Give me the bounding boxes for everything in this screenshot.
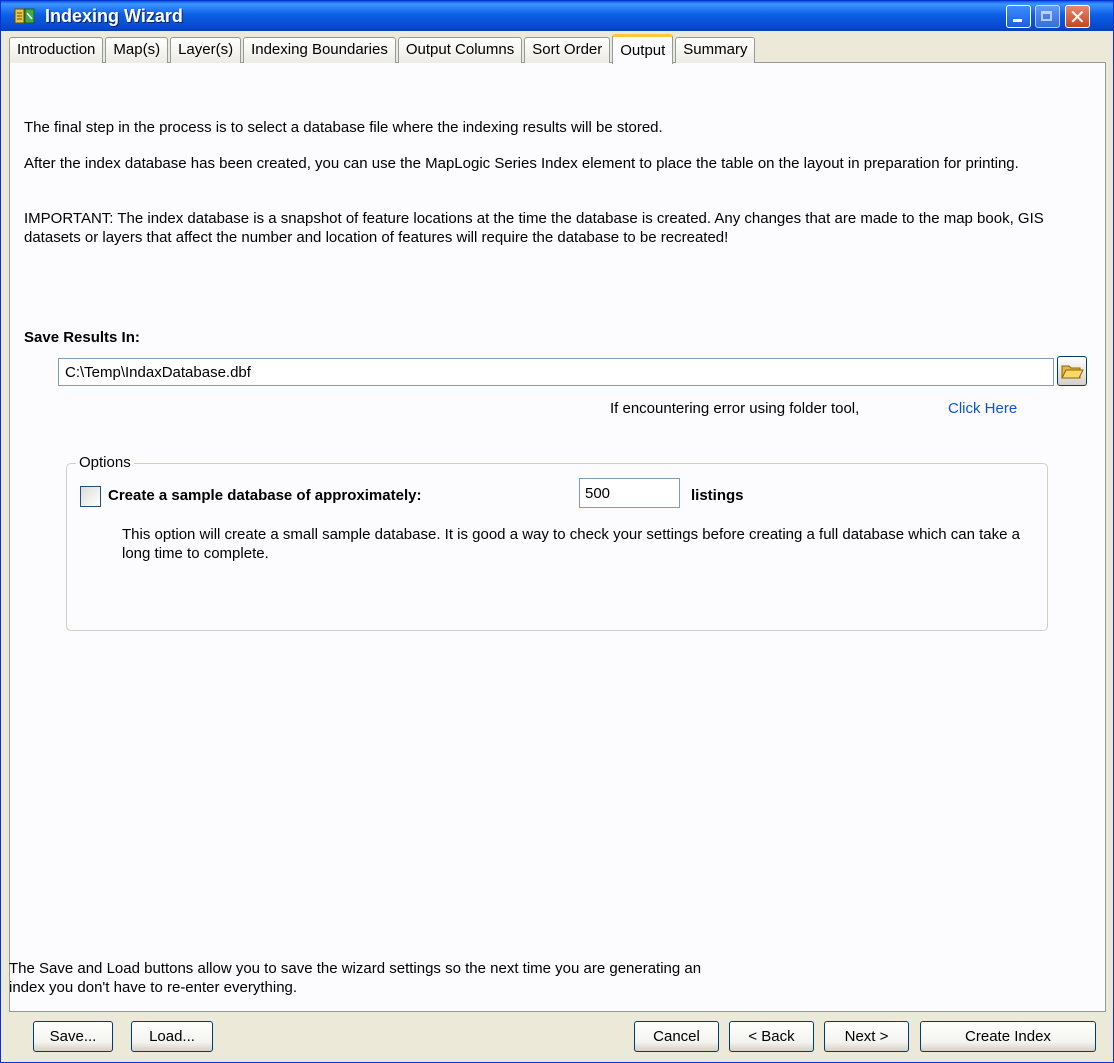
save-load-note: The Save and Load buttons allow you to s… xyxy=(9,960,702,996)
save-settings-button[interactable]: Save... xyxy=(33,1021,113,1052)
next-button[interactable]: Next > xyxy=(824,1021,909,1052)
tab-panel-output: The final step in the process is to sele… xyxy=(9,62,1106,1012)
intro-paragraph-2: After the index database has been create… xyxy=(24,155,1019,172)
tab-maps[interactable]: Map(s) xyxy=(105,37,169,63)
create-index-button[interactable]: Create Index xyxy=(920,1021,1096,1052)
maximize-icon xyxy=(1041,11,1052,21)
tab-layers[interactable]: Layer(s) xyxy=(170,37,242,63)
cancel-button[interactable]: Cancel xyxy=(634,1021,719,1052)
minimize-icon xyxy=(1013,19,1022,22)
close-button[interactable]: ✕ xyxy=(1065,5,1090,29)
open-folder-icon xyxy=(1061,365,1084,379)
close-icon: ✕ xyxy=(1069,5,1086,29)
load-settings-button[interactable]: Load... xyxy=(131,1021,213,1052)
tab-output[interactable]: Output xyxy=(612,34,674,64)
click-here-link[interactable]: Click Here xyxy=(948,400,1017,417)
maximize-button[interactable] xyxy=(1035,5,1060,28)
save-results-label: Save Results In: xyxy=(24,329,140,346)
important-paragraph: IMPORTANT: The index database is a snaps… xyxy=(24,210,1044,246)
sample-size-input[interactable] xyxy=(579,478,680,508)
tab-introduction[interactable]: Introduction xyxy=(9,37,104,63)
browse-folder-button[interactable] xyxy=(1057,356,1087,386)
title-bar[interactable]: Indexing Wizard ✕ xyxy=(1,1,1113,31)
folder-tool-error-note: If encountering error using folder tool, xyxy=(610,400,860,417)
sample-database-checkbox[interactable] xyxy=(80,486,101,507)
intro-paragraph-1: The final step in the process is to sele… xyxy=(24,119,663,136)
wizard-app-icon xyxy=(14,8,35,24)
sample-database-label[interactable]: Create a sample database of approximatel… xyxy=(108,487,421,504)
window-title: Indexing Wizard xyxy=(45,6,183,26)
tab-output-columns[interactable]: Output Columns xyxy=(397,37,523,63)
minimize-button[interactable] xyxy=(1006,5,1031,28)
back-button[interactable]: < Back xyxy=(729,1021,814,1052)
tab-sort-order[interactable]: Sort Order xyxy=(524,37,611,63)
wizard-tabs: Introduction Map(s) Layer(s) Indexing Bo… xyxy=(9,33,757,64)
options-legend: Options xyxy=(76,454,134,471)
tab-indexing-boundaries[interactable]: Indexing Boundaries xyxy=(243,37,396,63)
output-path-input[interactable] xyxy=(58,358,1054,386)
tab-summary[interactable]: Summary xyxy=(675,37,756,63)
listings-label: listings xyxy=(691,487,744,504)
sample-option-note: This option will create a small sample d… xyxy=(122,526,1020,562)
wizard-window: Indexing Wizard ✕ The final step in the … xyxy=(0,0,1114,1063)
